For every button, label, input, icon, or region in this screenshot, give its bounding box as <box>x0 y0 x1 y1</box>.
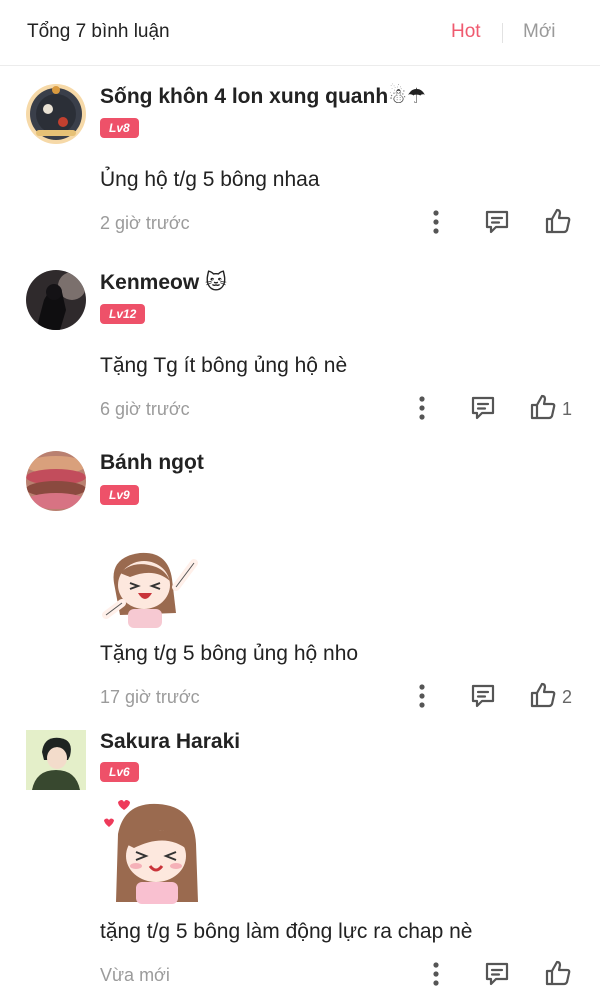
comment-item: Bánh ngọt Lv9 Tặng t/g 5 bông ủng hộ nho… <box>0 438 600 720</box>
comment-text: Ủng hộ t/g 5 bông nhaa <box>100 168 320 191</box>
like-count: 2 <box>562 687 573 707</box>
sticker-image <box>104 800 198 904</box>
level-badge: Lv8 <box>100 118 139 138</box>
level-badge: Lv9 <box>100 485 139 505</box>
avatar[interactable] <box>26 730 86 790</box>
comment-text: Tặng t/g 5 bông ủng hộ nho <box>100 642 359 665</box>
comment-total: Tổng 7 bình luận <box>27 21 170 42</box>
comment-item: Sống khôn 4 lon xung quanh☃☂ Lv8 Ủng hộ … <box>0 66 600 252</box>
tab-hot[interactable]: Hot <box>451 21 481 43</box>
sticker-image <box>102 552 198 628</box>
comment-text: tặng t/g 5 bông làm động lực ra chap nè <box>100 920 473 943</box>
more-vertical-icon[interactable] <box>426 208 446 236</box>
reply-comment-icon[interactable] <box>483 960 511 988</box>
thumbs-up-icon[interactable] <box>543 958 573 988</box>
comments-header: Tổng 7 bình luận Hot Mới <box>0 0 600 66</box>
comment-time: 6 giờ trước <box>100 399 190 419</box>
thumbs-up-icon[interactable] <box>528 392 558 422</box>
reply-comment-icon[interactable] <box>469 682 497 710</box>
commenter-name[interactable]: Bánh ngọt <box>100 451 204 475</box>
thumbs-up-icon[interactable] <box>528 680 558 710</box>
like-count: 1 <box>562 399 573 419</box>
tab-divider <box>502 23 503 43</box>
comment-item: Sakura Haraki Lv6 tặng t/g 5 bông làm độ… <box>0 720 600 997</box>
more-vertical-icon[interactable] <box>426 960 446 988</box>
comment-time: 17 giờ trước <box>100 687 200 707</box>
level-badge: Lv12 <box>100 304 146 324</box>
comment-item: Kenmeow 🐱 Lv12 Tặng Tg ít bông ủng hộ nè… <box>0 252 600 438</box>
level-badge: Lv6 <box>100 762 139 782</box>
avatar[interactable] <box>26 451 86 511</box>
more-vertical-icon[interactable] <box>412 682 432 710</box>
avatar[interactable] <box>26 270 86 330</box>
commenter-name[interactable]: Sakura Haraki <box>100 730 240 754</box>
comment-time: 2 giờ trước <box>100 213 190 233</box>
comment-text: Tặng Tg ít bông ủng hộ nè <box>100 354 348 377</box>
commenter-name[interactable]: Sống khôn 4 lon xung quanh☃☂ <box>100 84 426 109</box>
avatar[interactable] <box>26 84 86 144</box>
more-vertical-icon[interactable] <box>412 394 432 422</box>
tab-new[interactable]: Mới <box>523 21 556 43</box>
reply-comment-icon[interactable] <box>483 208 511 236</box>
comment-time: Vừa mới <box>100 965 170 985</box>
commenter-name[interactable]: Kenmeow 🐱 <box>100 270 227 295</box>
reply-comment-icon[interactable] <box>469 394 497 422</box>
thumbs-up-icon[interactable] <box>543 206 573 236</box>
